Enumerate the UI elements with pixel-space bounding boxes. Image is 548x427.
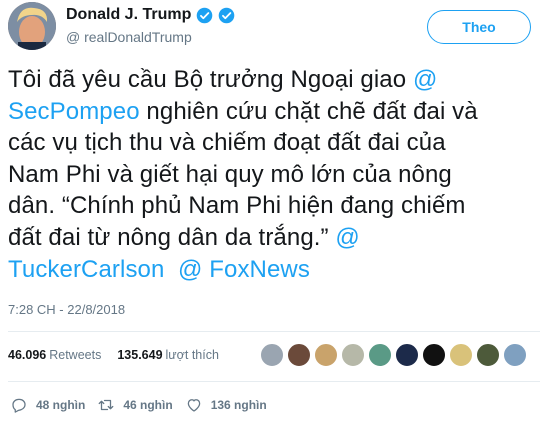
liker-avatar[interactable] [503, 343, 527, 367]
mention-foxnews-link[interactable]: @ FoxNews [178, 256, 310, 283]
tweet-text-line: nghiên cứu chặt chẽ đất đai và [139, 97, 478, 125]
liker-avatar[interactable] [341, 343, 365, 367]
tweet-timestamp[interactable]: 7:28 CH - 22/8/2018 [8, 302, 125, 317]
liker-avatar[interactable] [368, 343, 392, 367]
like-button[interactable]: 136 nghìn [185, 396, 267, 414]
tweet-text-line: dân. “Chính phủ Nam Phi hiện đang chiếm [8, 192, 466, 220]
mention-secpompeo-link[interactable]: SecPompeo [8, 98, 140, 125]
retweets-count: 46.096 [8, 348, 47, 362]
divider [8, 331, 540, 332]
likes-count: 135.649 [117, 348, 163, 362]
retweets-label: Retweets [49, 348, 102, 362]
liker-avatar[interactable] [395, 343, 419, 367]
liker-avatars [260, 343, 527, 367]
retweet-icon [98, 399, 114, 411]
author-name[interactable]: Donald J. Trump [66, 6, 191, 24]
tweet-text-line: Nam Phi và giết hại quy mô lớn của nông [8, 160, 452, 188]
mention-separator [164, 256, 178, 283]
liker-avatar[interactable] [422, 343, 446, 367]
tweet-text: Tôi đã yêu cầu Bộ trưởng Ngoại giao @ Se… [8, 64, 538, 285]
liker-avatar[interactable] [449, 343, 473, 367]
likes-stat[interactable]: 135.649 lượt thích [117, 348, 219, 362]
verified-badge-icon [196, 7, 213, 24]
retweet-count: 46 nghìn [123, 398, 173, 412]
tweet-actions: 48 nghìn 46 nghìn 136 nghìn [10, 396, 279, 414]
retweet-button[interactable]: 46 nghìn [97, 396, 173, 414]
tweet-text-line: đất đai từ nông dân da trắng.” [8, 223, 336, 251]
divider [8, 381, 540, 382]
retweets-stat[interactable]: 46.096 Retweets [8, 348, 101, 362]
reply-icon [12, 398, 26, 413]
follow-button[interactable]: Theo [427, 10, 531, 44]
reply-count: 48 nghìn [36, 398, 86, 412]
likes-label: lượt thích [165, 348, 219, 362]
mention-link[interactable]: @ [335, 224, 359, 251]
heart-icon [187, 399, 200, 412]
tweet-stats: 46.096 Retweets 135.649 lượt thích [8, 348, 219, 362]
mention-link[interactable]: @ [413, 66, 437, 93]
liker-avatar[interactable] [260, 343, 284, 367]
verified-badge-icon [218, 7, 235, 24]
tweet-text-line: các vụ tịch thu và chiếm đoạt đất đai củ… [8, 129, 446, 157]
liker-avatar[interactable] [476, 343, 500, 367]
liker-avatar[interactable] [314, 343, 338, 367]
like-count: 136 nghìn [210, 398, 267, 412]
mention-tuckercarlson-link[interactable]: TuckerCarlson [8, 256, 164, 283]
tweet-text-line: Tôi đã yêu cầu Bộ trưởng Ngoại giao [8, 66, 413, 93]
reply-button[interactable]: 48 nghìn [10, 396, 85, 414]
liker-avatar[interactable] [287, 343, 311, 367]
author-avatar[interactable] [8, 2, 56, 50]
author-name-row[interactable]: Donald J. Trump [66, 6, 235, 24]
author-handle[interactable]: @ realDonaldTrump [66, 29, 192, 45]
